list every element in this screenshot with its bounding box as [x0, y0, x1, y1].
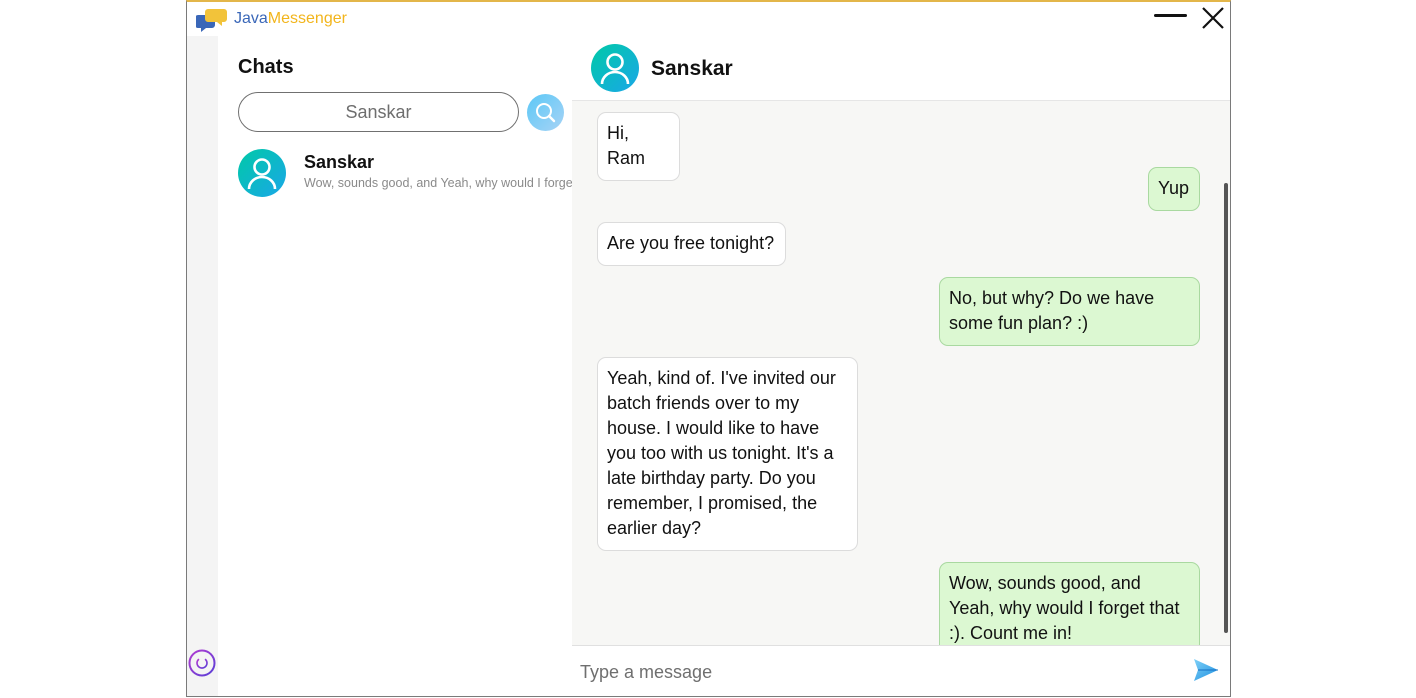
- send-icon[interactable]: [1192, 656, 1220, 684]
- search-icon: [536, 103, 556, 123]
- title-bar: JavaMessenger: [187, 2, 1230, 36]
- app-title-messenger: Messenger: [267, 10, 347, 27]
- scrollbar-thumb[interactable]: [1224, 183, 1228, 633]
- contact-name: Sanskar: [651, 57, 733, 80]
- search-input[interactable]: [238, 92, 519, 132]
- message-incoming: Are you free tonight?: [597, 222, 786, 266]
- power-icon[interactable]: [188, 649, 216, 677]
- chat-list-item[interactable]: Sanskar Wow, sounds good, and Yeah, why …: [218, 144, 572, 202]
- chats-panel: Chats Sanskar Wow, sounds good, and Yeah…: [218, 36, 573, 696]
- chat-item-name: Sanskar: [304, 152, 375, 172]
- message-incoming: Yeah, kind of. I've invited our batch fr…: [597, 357, 858, 551]
- chat-bubbles-logo-icon: [196, 9, 227, 32]
- message-scrollbar[interactable]: [1220, 101, 1230, 647]
- user-avatar-icon: [238, 149, 286, 197]
- search-button[interactable]: [527, 94, 564, 131]
- message-outgoing: Wow, sounds good, and Yeah, why would I …: [939, 562, 1200, 647]
- minimize-icon[interactable]: [1154, 14, 1187, 17]
- chat-item-preview: Wow, sounds good, and Yeah, why would I …: [304, 176, 573, 190]
- chats-title: Chats: [238, 56, 294, 78]
- app-title-java: Java: [234, 10, 268, 27]
- message-outgoing: No, but why? Do we have some fun plan? :…: [939, 277, 1200, 346]
- user-avatar-icon[interactable]: [591, 44, 639, 92]
- message-incoming: Hi, Ram: [597, 112, 680, 181]
- close-icon[interactable]: [1200, 5, 1226, 31]
- message-composer: [572, 645, 1230, 696]
- app-title: JavaMessenger: [234, 10, 347, 28]
- message-outgoing: Yup: [1148, 167, 1200, 211]
- conversation-panel: Sanskar Hi, Ram Yup Are you free tonight…: [572, 36, 1230, 696]
- left-nav-strip: [187, 36, 219, 696]
- java-messenger-window: JavaMessenger Chats Sanskar Sanskar Wow,…: [186, 0, 1231, 697]
- message-list: Hi, Ram Yup Are you free tonight? No, bu…: [572, 101, 1230, 647]
- message-input[interactable]: [578, 654, 1172, 690]
- conversation-header: Sanskar: [572, 36, 1230, 101]
